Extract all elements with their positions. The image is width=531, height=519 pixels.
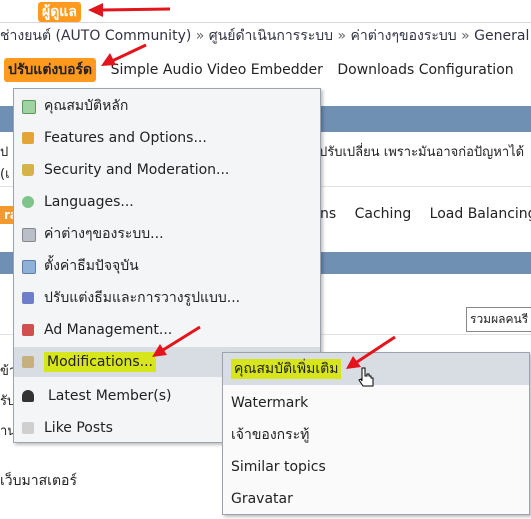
arrow-to-extra-features — [346, 335, 396, 369]
arrow-to-admin-badge — [88, 3, 171, 17]
arrow-to-modifications — [152, 325, 201, 357]
arrow-to-board-settings — [101, 43, 147, 66]
annotation-arrows — [88, 3, 396, 369]
